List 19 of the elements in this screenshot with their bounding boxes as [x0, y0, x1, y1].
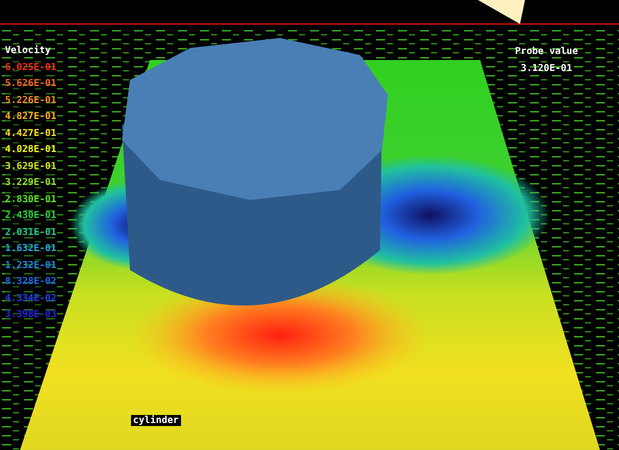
probe-marker-icon [478, 0, 525, 24]
legend-value: 4.334E-02 [5, 290, 56, 307]
legend-value: 3.629E-01 [5, 158, 56, 175]
probe-title: Probe value [515, 45, 578, 59]
probe-value: 3.120E-01 [520, 62, 572, 76]
legend-value: 3.229E-01 [5, 175, 56, 192]
legend-title: Velocity [5, 44, 52, 58]
legend-value: 8.328E-02 [5, 274, 56, 290]
legend-value: 5.626E-01 [5, 76, 56, 92]
object-label: cylinder [131, 415, 181, 426]
legend-value: 2.430E-01 [5, 208, 56, 224]
legend-value: 2.830E-01 [5, 192, 56, 208]
legend-value: 4.827E-01 [5, 109, 56, 126]
legend-value: 6.025E-01 [5, 60, 56, 76]
legend-value: 1.232E-01 [5, 258, 56, 274]
legend-value: 4.028E-01 [5, 142, 56, 158]
legend-value: 3.398E-03 [5, 307, 56, 324]
legend-value: 1.632E-01 [5, 241, 56, 258]
legend-value: 5.226E-01 [5, 92, 56, 109]
